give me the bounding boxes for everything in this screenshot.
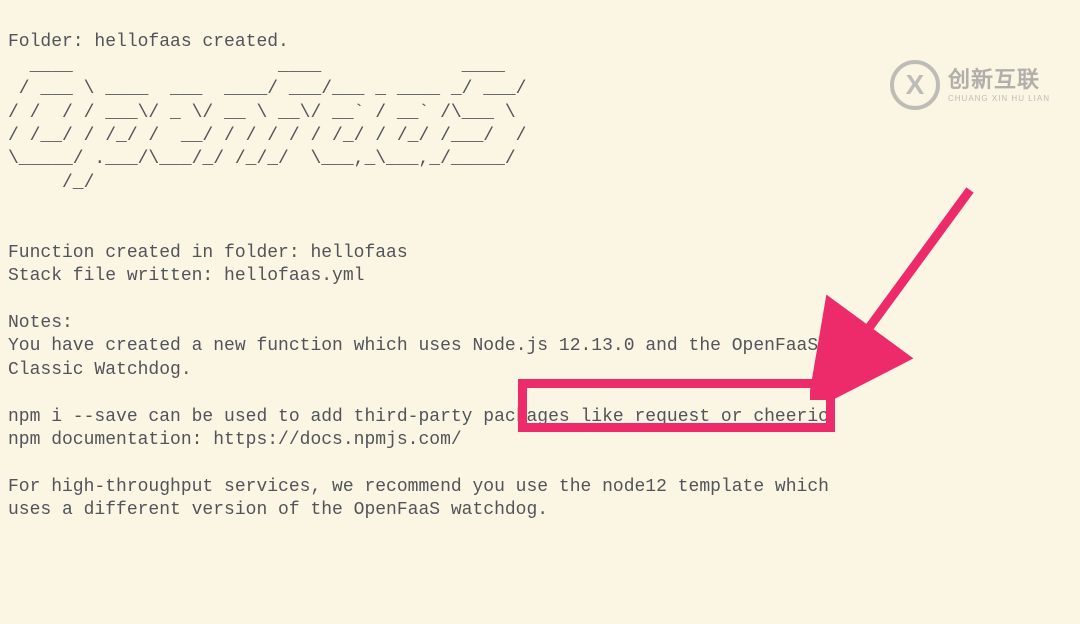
watermark-sub-text: CHUANG XIN HU LIAN bbox=[948, 94, 1050, 104]
line-throughput-2: uses a different version of the OpenFaaS… bbox=[8, 500, 548, 520]
watermark: X 创新互联 CHUANG XIN HU LIAN bbox=[890, 60, 1050, 110]
line-notes-1-part1: You have created a new function which us… bbox=[8, 336, 472, 356]
line-notes-1-highlight: Node.js 12.13.0 bbox=[472, 336, 634, 356]
line-folder-created: Folder: hellofaas created. bbox=[8, 32, 289, 52]
line-npm-docs: npm documentation: https://docs.npmjs.co… bbox=[8, 430, 462, 450]
line-notes-header: Notes: bbox=[8, 313, 73, 333]
line-function-created: Function created in folder: hellofaas bbox=[8, 243, 408, 263]
nodejs-highlight-box bbox=[518, 379, 835, 432]
watermark-text: 创新互联 CHUANG XIN HU LIAN bbox=[948, 66, 1050, 105]
line-throughput-1: For high-throughput services, we recomme… bbox=[8, 477, 829, 497]
line-stack-file: Stack file written: hellofaas.yml bbox=[8, 266, 364, 286]
line-notes-2: Classic Watchdog. bbox=[8, 360, 192, 380]
line-notes-1-part2: and the OpenFaaS bbox=[635, 336, 819, 356]
arrow-icon bbox=[810, 180, 1010, 400]
watermark-logo-icon: X bbox=[890, 60, 940, 110]
arrow-annotation bbox=[810, 180, 1010, 408]
watermark-main-text: 创新互联 bbox=[948, 66, 1050, 95]
